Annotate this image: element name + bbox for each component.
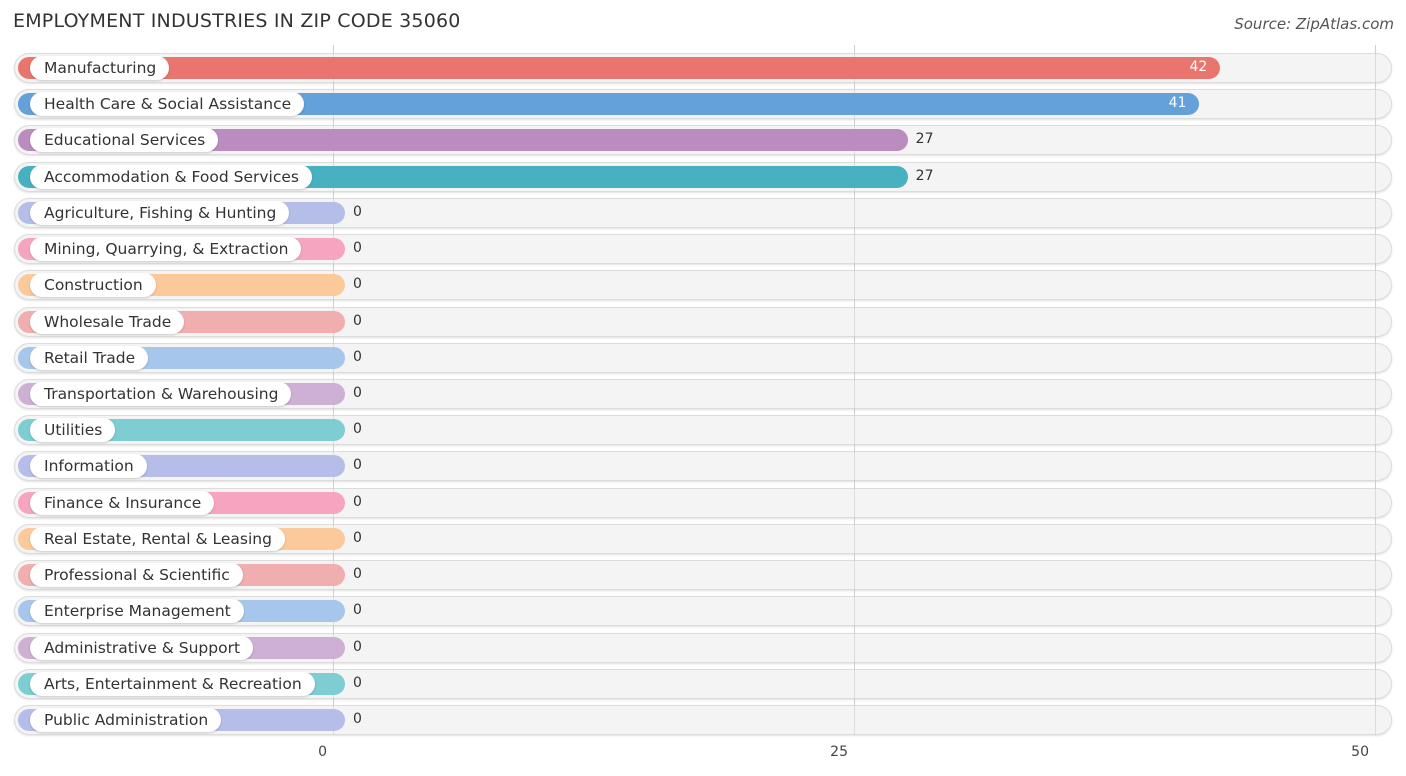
category-label: Manufacturing: [30, 56, 170, 80]
category-label: Administrative & Support: [30, 635, 254, 660]
value-label: 0: [353, 674, 362, 691]
category-label: Real Estate, Rental & Leasing: [30, 526, 285, 551]
category-label: Transportation & Warehousing: [30, 381, 292, 406]
bar[interactable]: [18, 57, 1221, 79]
value-label: 0: [353, 566, 362, 583]
value-label: 0: [353, 203, 362, 220]
value-label: 0: [353, 312, 362, 329]
x-tick-label: 0: [318, 744, 327, 760]
value-label: 0: [353, 602, 362, 619]
category-label: Information: [30, 454, 147, 479]
value-label: 0: [353, 493, 362, 510]
value-label: 0: [353, 421, 362, 438]
x-tick-label: 50: [1351, 744, 1369, 760]
category-label: Professional & Scientific: [30, 563, 243, 588]
value-label: 0: [353, 457, 362, 474]
value-label: 27: [915, 167, 934, 184]
value-label: 0: [353, 240, 362, 257]
x-tick-label: 25: [830, 744, 848, 760]
category-label: Agriculture, Fishing & Hunting: [30, 200, 290, 225]
category-label: Public Administration: [30, 707, 222, 732]
value-label: 0: [353, 710, 362, 727]
gridline-overlay: [1375, 45, 1376, 735]
bar-chart: Manufacturing 42 Health Care & Social Assi…: [0, 0, 1406, 776]
category-label: Mining, Quarrying, & Extraction: [30, 237, 302, 262]
value-label: 0: [353, 348, 362, 365]
category-label: Arts, Entertainment & Recreation: [30, 671, 315, 696]
value-label: 42: [1189, 59, 1208, 75]
value-label: 41: [1168, 95, 1187, 112]
value-label: 27: [915, 131, 934, 148]
category-label: Construction: [30, 273, 156, 298]
category-label: Utilities: [30, 418, 116, 443]
category-label: Enterprise Management: [30, 599, 244, 624]
value-label: 0: [353, 638, 362, 655]
category-label: Educational Services: [30, 128, 219, 153]
value-label: 0: [353, 529, 362, 546]
category-label: Retail Trade: [30, 345, 149, 370]
value-label: 0: [353, 276, 362, 293]
category-label: Finance & Insurance: [30, 490, 215, 515]
category-label: Wholesale Trade: [30, 309, 185, 334]
category-label: Accommodation & Food Services: [30, 164, 312, 189]
category-label: Health Care & Social Assistance: [30, 92, 305, 117]
value-label: 0: [353, 384, 362, 401]
